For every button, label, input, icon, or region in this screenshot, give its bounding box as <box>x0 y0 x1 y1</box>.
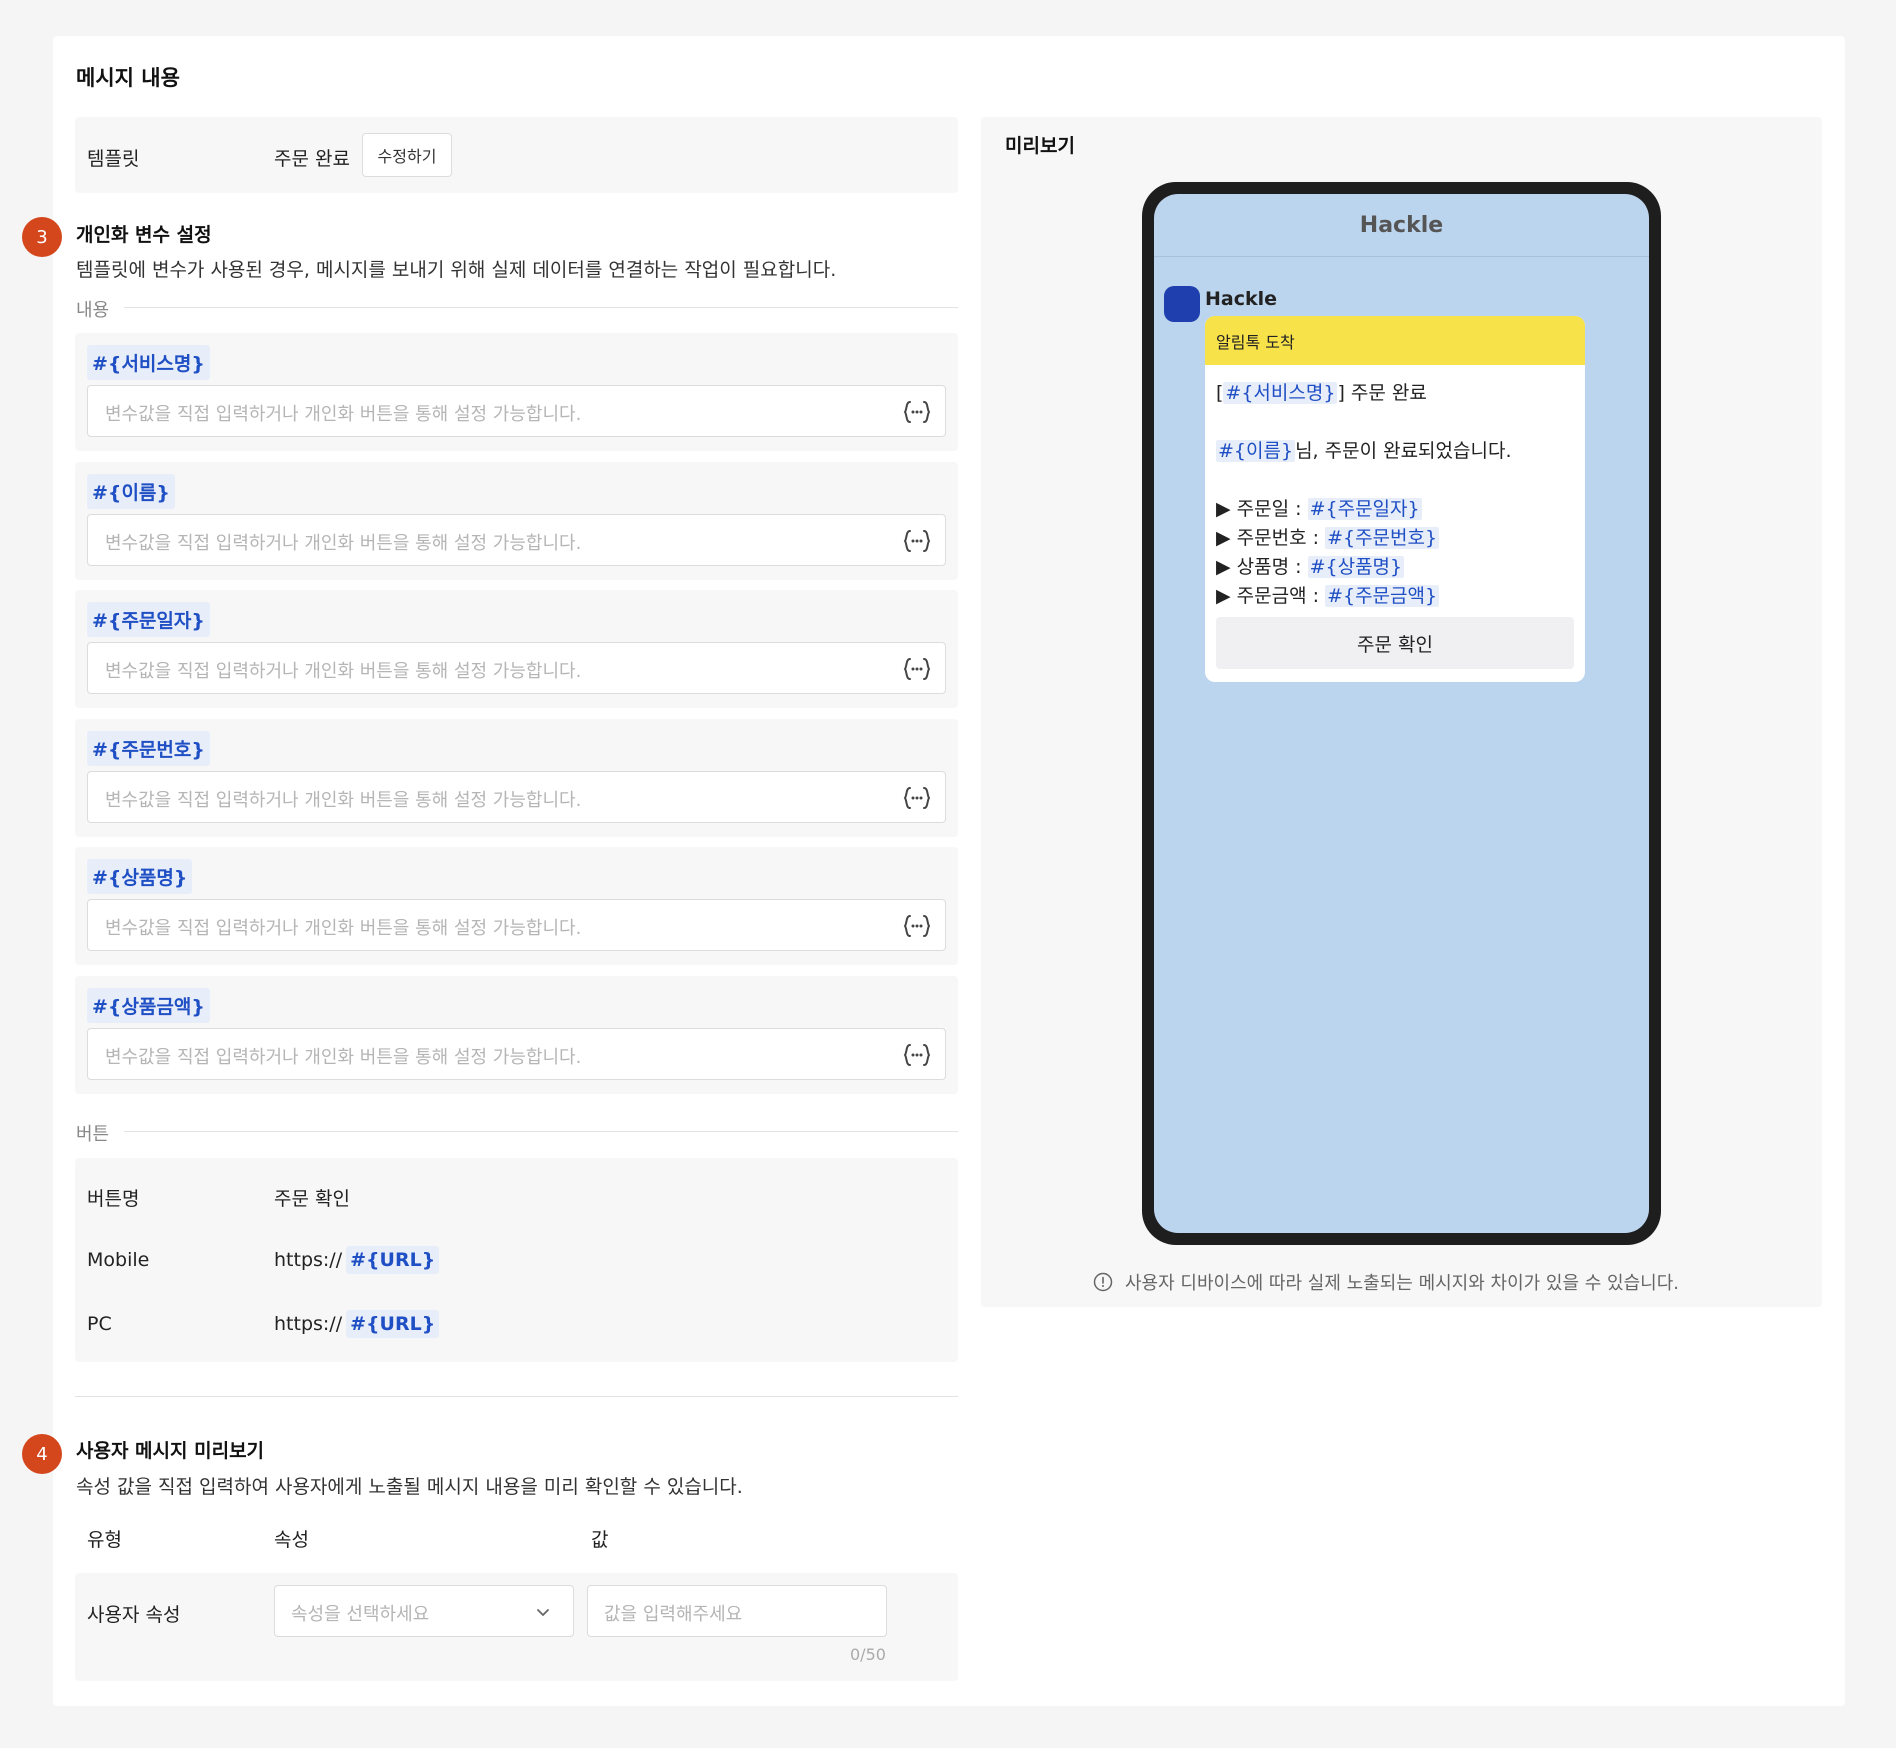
chevron-down-icon <box>537 1609 549 1616</box>
phone-screen: Hackle Hackle 알림톡 도착 [#{서비스명}] 주문 완료 #{이… <box>1154 194 1649 1233</box>
column-type: 유형 <box>87 1529 122 1551</box>
mobile-url-variable: #{URL} <box>346 1246 440 1274</box>
variable-block-product-name: #{상품명} 변수값을 직접 입력하거나 개인화 버튼을 통해 설정 가능합니다… <box>75 847 958 965</box>
pc-link-label: PC <box>87 1313 112 1335</box>
variable-input-placeholder: 변수값을 직접 입력하거나 개인화 버튼을 통해 설정 가능합니다. <box>105 790 582 811</box>
content-divider-label: 내용 <box>76 300 110 321</box>
edit-template-button[interactable]: 수정하기 <box>362 133 452 177</box>
step-3-badge: 3 <box>22 217 62 257</box>
variable-tag: #{상품금액} <box>87 988 210 1023</box>
message-text: ] 주문 완료 <box>1337 382 1427 404</box>
variable-input-placeholder: 변수값을 직접 입력하거나 개인화 버튼을 통해 설정 가능합니다. <box>105 918 582 939</box>
message-line-order-number: ▶ 주문번호 : #{주문번호} <box>1216 523 1440 550</box>
personalize-icon[interactable] <box>903 528 931 554</box>
chat-app-title: Hackle <box>1154 194 1649 257</box>
message-variable: #{주문일자} <box>1307 498 1422 520</box>
variable-input[interactable]: 변수값을 직접 입력하거나 개인화 버튼을 통해 설정 가능합니다. <box>87 642 946 694</box>
template-row: 템플릿 주문 완료 수정하기 <box>75 117 958 193</box>
personalize-icon[interactable] <box>903 399 931 425</box>
attribute-select-placeholder: 속성을 선택하세요 <box>291 1604 430 1625</box>
variable-tag: #{주문번호} <box>87 731 210 766</box>
preview-note-text: 사용자 디바이스에 따라 실제 노출되는 메시지와 차이가 있을 수 있습니다. <box>1125 1273 1680 1294</box>
content-divider-line <box>124 307 958 308</box>
preview-title: 미리보기 <box>1005 135 1075 157</box>
mobile-link-value: https://#{URL} <box>274 1246 440 1274</box>
button-name-value: 주문 확인 <box>274 1188 350 1210</box>
message-variable: #{상품명} <box>1307 556 1405 578</box>
message-line-title: [#{서비스명}] 주문 완료 <box>1216 378 1427 405</box>
variable-input[interactable]: 변수값을 직접 입력하거나 개인화 버튼을 통해 설정 가능합니다. <box>87 899 946 951</box>
info-icon <box>1093 1272 1113 1292</box>
preview-note: 사용자 디바이스에 따라 실제 노출되는 메시지와 차이가 있을 수 있습니다. <box>1093 1269 1679 1295</box>
template-value: 주문 완료 <box>274 148 350 170</box>
message-line-greeting: #{이름} 님, 주문이 완료되었습니다. <box>1216 436 1512 463</box>
message-text: ▶ 주문번호 : <box>1216 527 1326 549</box>
pc-url-variable: #{URL} <box>346 1310 440 1338</box>
message-text: ▶ 주문일 : <box>1216 498 1308 520</box>
message-text: ▶ 상품명 : <box>1216 556 1308 578</box>
message-text: ▶ 주문금액 : <box>1216 585 1326 607</box>
variable-input-placeholder: 변수값을 직접 입력하거나 개인화 버튼을 통해 설정 가능합니다. <box>105 1047 582 1068</box>
step-3-title: 개인화 변수 설정 <box>76 224 212 246</box>
message-bubble: 알림톡 도착 [#{서비스명}] 주문 완료 #{이름} 님, 주문이 완료되었습… <box>1205 316 1585 682</box>
variable-input[interactable]: 변수값을 직접 입력하거나 개인화 버튼을 통해 설정 가능합니다. <box>87 1028 946 1080</box>
order-confirm-button[interactable]: 주문 확인 <box>1216 617 1574 669</box>
pc-link-value: https://#{URL} <box>274 1310 440 1338</box>
message-line-product-name: ▶ 상품명 : #{상품명} <box>1216 552 1405 579</box>
message-line-order-amount: ▶ 주문금액 : #{주문금액} <box>1216 581 1440 608</box>
attribute-select[interactable]: 속성을 선택하세요 <box>274 1585 574 1637</box>
sender-name: Hackle <box>1205 288 1278 310</box>
variable-tag: #{주문일자} <box>87 602 210 637</box>
section-title: 메시지 내용 <box>76 66 180 90</box>
button-settings-panel: 버튼명 주문 확인 Mobile https://#{URL} PC https… <box>75 1158 958 1362</box>
message-variable: #{이름} <box>1216 440 1296 462</box>
sender-avatar <box>1164 286 1200 322</box>
pc-link-prefix: https:// <box>274 1313 343 1335</box>
variable-tag: #{서비스명} <box>87 345 210 380</box>
variable-input-placeholder: 변수값을 직접 입력하거나 개인화 버튼을 통해 설정 가능합니다. <box>105 533 582 554</box>
personalize-icon[interactable] <box>903 785 931 811</box>
message-line-order-date: ▶ 주문일 : #{주문일자} <box>1216 494 1422 521</box>
variable-block-name: #{이름} 변수값을 직접 입력하거나 개인화 버튼을 통해 설정 가능합니다. <box>75 462 958 580</box>
variable-block-service-name: #{서비스명} 변수값을 직접 입력하거나 개인화 버튼을 통해 설정 가능합니… <box>75 333 958 451</box>
step-4-title: 사용자 메시지 미리보기 <box>76 1440 265 1462</box>
phone-frame: Hackle Hackle 알림톡 도착 [#{서비스명}] 주문 완료 #{이… <box>1142 182 1661 1245</box>
variable-tag: #{상품명} <box>87 859 193 894</box>
column-value: 값 <box>591 1529 609 1551</box>
button-name-label: 버튼명 <box>87 1188 140 1210</box>
message-variable: #{서비스명} <box>1223 382 1338 404</box>
personalize-icon[interactable] <box>903 913 931 939</box>
message-variable: #{주문번호} <box>1325 527 1440 549</box>
button-divider-label: 버튼 <box>76 1124 110 1145</box>
mobile-link-label: Mobile <box>87 1249 150 1271</box>
preview-panel: 미리보기 Hackle Hackle 알림톡 도착 [#{서비스명}] 주문 완… <box>981 117 1822 1307</box>
user-attribute-row: 사용자 속성 속성을 선택하세요 값을 입력해주세요 0/50 <box>75 1573 958 1681</box>
personalize-icon[interactable] <box>903 1042 931 1068</box>
user-attribute-label: 사용자 속성 <box>87 1604 181 1626</box>
attribute-value-input[interactable]: 값을 입력해주세요 <box>587 1585 887 1637</box>
variable-tag: #{이름} <box>87 474 175 509</box>
template-label: 템플릿 <box>87 148 140 170</box>
variable-block-order-date: #{주문일자} 변수값을 직접 입력하거나 개인화 버튼을 통해 설정 가능합니… <box>75 590 958 708</box>
section-divider <box>75 1396 958 1397</box>
button-divider-line <box>124 1131 958 1132</box>
attribute-value-placeholder: 값을 입력해주세요 <box>604 1604 743 1625</box>
step-3-description: 템플릿에 변수가 사용된 경우, 메시지를 보내기 위해 실제 데이터를 연결하… <box>76 259 837 281</box>
message-text: 님, 주문이 완료되었습니다. <box>1295 440 1512 462</box>
character-counter: 0/50 <box>850 1645 886 1664</box>
bubble-header: 알림톡 도착 <box>1205 316 1585 365</box>
message-variable: #{주문금액} <box>1325 585 1440 607</box>
variable-input[interactable]: 변수값을 직접 입력하거나 개인화 버튼을 통해 설정 가능합니다. <box>87 385 946 437</box>
variable-input-placeholder: 변수값을 직접 입력하거나 개인화 버튼을 통해 설정 가능합니다. <box>105 661 582 682</box>
step-4-description: 속성 값을 직접 입력하여 사용자에게 노출될 메시지 내용을 미리 확인할 수… <box>76 1476 743 1498</box>
personalize-icon[interactable] <box>903 656 931 682</box>
variable-block-order-number: #{주문번호} 변수값을 직접 입력하거나 개인화 버튼을 통해 설정 가능합니… <box>75 719 958 837</box>
column-attribute: 속성 <box>274 1529 309 1551</box>
variable-input[interactable]: 변수값을 직접 입력하거나 개인화 버튼을 통해 설정 가능합니다. <box>87 514 946 566</box>
variable-input-placeholder: 변수값을 직접 입력하거나 개인화 버튼을 통해 설정 가능합니다. <box>105 404 582 425</box>
step-4-badge: 4 <box>22 1434 62 1474</box>
variable-block-product-price: #{상품금액} 변수값을 직접 입력하거나 개인화 버튼을 통해 설정 가능합니… <box>75 976 958 1094</box>
variable-input[interactable]: 변수값을 직접 입력하거나 개인화 버튼을 통해 설정 가능합니다. <box>87 771 946 823</box>
mobile-link-prefix: https:// <box>274 1249 343 1271</box>
